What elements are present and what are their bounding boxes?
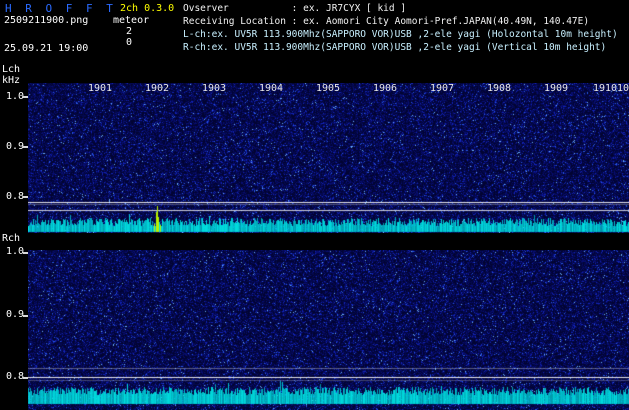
rch-meteor-count: 0 xyxy=(126,37,133,48)
time-tick-label: 1907 xyxy=(430,83,455,94)
rch-freq-tick-label: 0.8 xyxy=(6,371,25,382)
time-tick-label: 1906 xyxy=(373,83,398,94)
time-tick-label: 1909 xyxy=(544,83,569,94)
lch-axis-tick xyxy=(23,196,28,198)
time-tick-label: 1908 xyxy=(487,83,512,94)
rch-axis-tick xyxy=(23,315,28,317)
datetime-label: 25.09.21 19:00 xyxy=(4,43,89,54)
lch-freq-tick-label: 1.0 xyxy=(6,91,25,102)
app-version: 2ch 0.3.0 xyxy=(120,3,175,14)
time-tick-label: 1901 xyxy=(88,83,113,94)
time-tick-label: 1905 xyxy=(316,83,341,94)
location-line: Receiving Location : ex. Aomori City Aom… xyxy=(183,16,590,27)
rch-axis-label: Rch xyxy=(2,233,21,244)
lch-axis-tick xyxy=(23,146,28,148)
time-tick-label: 1910 xyxy=(593,83,618,94)
rch-freq-tick-label: 1.0 xyxy=(6,246,25,257)
mode-label: meteor xyxy=(113,15,150,26)
rch-freq-tick-label: 0.9 xyxy=(6,309,25,320)
lch-spectrogram xyxy=(28,83,629,233)
lch-config-line: L-ch:ex. UV5R 113.900Mhz(SAPPORO VOR)USB… xyxy=(183,29,618,40)
time-tick-label: 1902 xyxy=(145,83,170,94)
lch-axis-tick xyxy=(23,96,28,98)
lch-axis-label: Lch xyxy=(2,64,21,75)
time-tick-label: 1904 xyxy=(259,83,284,94)
filename-label: 2509211900.png xyxy=(4,15,89,26)
time-tick-label: 1903 xyxy=(202,83,227,94)
lch-freq-tick-label: 0.8 xyxy=(6,191,25,202)
app-title: H R O F F T xyxy=(5,2,117,15)
freq-unit-label: kHz xyxy=(2,75,21,86)
observer-line: Ovserver : ex. JR7CYX [ kid ] xyxy=(183,3,407,14)
rch-spectrogram xyxy=(28,250,629,410)
time-tick-edge-label: 10 xyxy=(617,83,629,94)
lch-meteor-count: 2 xyxy=(126,26,133,37)
hrofft-screen: H R O F F T 2ch 0.3.0 2509211900.png met… xyxy=(0,0,629,410)
rch-config-line: R-ch:ex. UV5R 113.900Mhz(SAPPORO VOR)USB… xyxy=(183,42,607,53)
rch-axis-tick xyxy=(23,377,28,379)
rch-axis-tick xyxy=(23,252,28,254)
lch-freq-tick-label: 0.9 xyxy=(6,141,25,152)
